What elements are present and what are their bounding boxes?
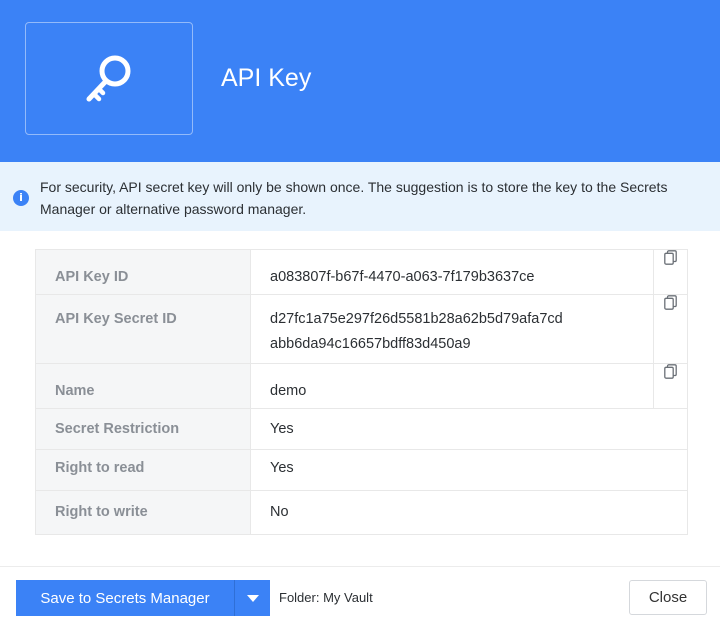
right-to-read-label: Right to read [55, 460, 145, 476]
row-name: Name demo [35, 363, 688, 409]
copy-icon [664, 250, 677, 265]
copy-api-key-secret-id-button[interactable] [653, 294, 688, 364]
name-value: demo [270, 383, 307, 399]
row-right-to-read: Right to read Yes [35, 449, 688, 491]
api-key-secret-id-label: API Key Secret ID [55, 311, 177, 327]
right-to-write-value: No [270, 504, 289, 520]
row-api-key-secret-id: API Key Secret ID d27fc1a75e297f26d5581b… [35, 294, 688, 364]
row-secret-restriction: Secret Restriction Yes [35, 408, 688, 450]
footer-divider [0, 566, 720, 567]
row-right-to-write: Right to write No [35, 490, 688, 535]
api-key-id-value: a083807f-b67f-4470-a063-7f179b3637ce [270, 269, 535, 285]
save-options-dropdown-button[interactable] [235, 580, 270, 616]
api-key-secret-id-value-line1: d27fc1a75e297f26d5581b28a62b5d79afa7cd [270, 311, 563, 327]
api-key-details-table: API Key ID a083807f-b67f-4470-a063-7f179… [35, 249, 688, 535]
folder-label: Folder: My Vault [279, 590, 373, 605]
caret-down-icon [246, 594, 259, 602]
info-icon: i [13, 190, 29, 206]
save-split-button: Save to Secrets Manager [16, 580, 270, 616]
copy-icon [664, 295, 677, 310]
right-to-write-label: Right to write [55, 504, 148, 520]
security-notice-text: For security, API secret key will only b… [40, 179, 668, 217]
api-key-secret-id-value-line2: abb6da94c16657bdff83d450a9 [270, 336, 471, 352]
copy-name-button[interactable] [653, 363, 688, 409]
copy-icon [664, 364, 677, 379]
row-api-key-id: API Key ID a083807f-b67f-4470-a063-7f179… [35, 249, 688, 295]
api-key-id-label: API Key ID [55, 269, 129, 285]
secret-restriction-value: Yes [270, 421, 294, 437]
dialog-title: API Key [221, 64, 312, 92]
key-icon-box [25, 22, 193, 135]
close-button[interactable]: Close [629, 580, 707, 615]
secret-restriction-label: Secret Restriction [55, 421, 180, 437]
dialog-header: API Key [0, 0, 720, 162]
copy-api-key-id-button[interactable] [653, 249, 688, 295]
save-to-secrets-manager-button[interactable]: Save to Secrets Manager [16, 580, 234, 616]
key-icon [86, 55, 131, 101]
right-to-read-value: Yes [270, 460, 294, 476]
name-label: Name [55, 383, 95, 399]
